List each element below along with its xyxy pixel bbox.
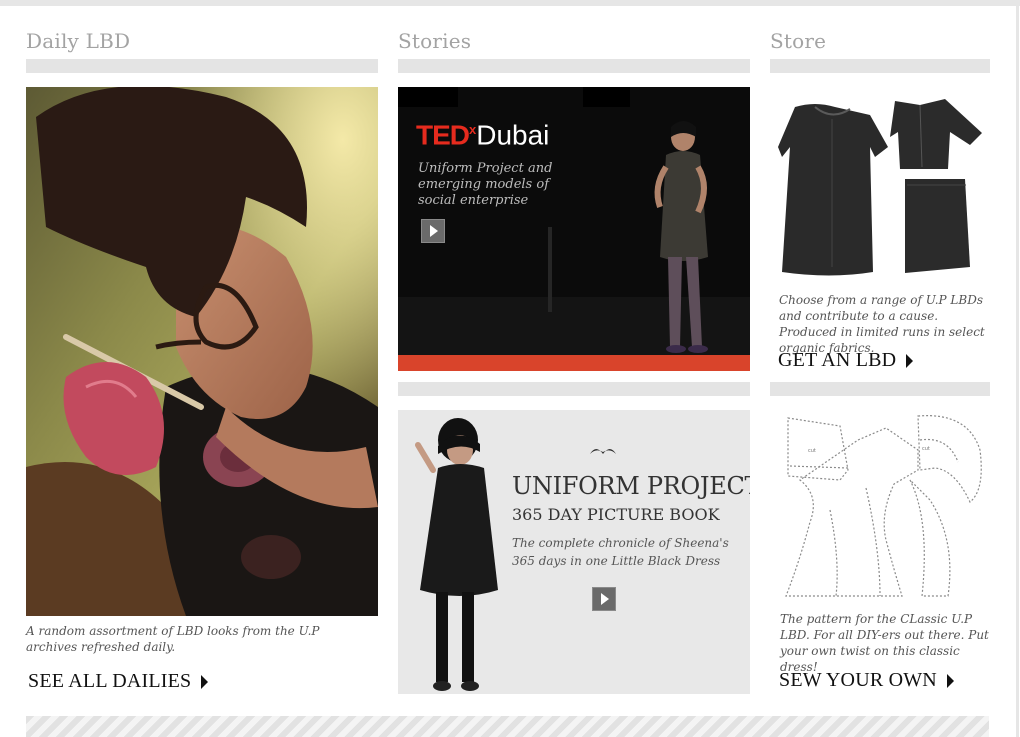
- daily-lbd-caption: A random assortment of LBD looks from th…: [26, 624, 320, 654]
- triangle-right-icon: [946, 673, 954, 688]
- store-divider-2: [770, 382, 990, 396]
- ted-brand: TED: [416, 119, 470, 151]
- daily-lbd-photo-art: [26, 87, 378, 616]
- picture-book-card[interactable]: UNIFORM PROJECT 365 DAY PICTURE BOOK The…: [398, 410, 750, 694]
- tedx-dubai-logo: TEDxDubai: [416, 115, 549, 150]
- get-an-lbd-link[interactable]: GET AN LBD: [778, 349, 914, 372]
- triangle-right-icon: [906, 353, 914, 368]
- right-border: [1016, 0, 1019, 737]
- store-heading: Store: [770, 29, 827, 53]
- see-all-dailies-link[interactable]: SEE ALL DAILIES: [28, 670, 209, 693]
- ted-city: Dubai: [476, 119, 550, 151]
- book-description: The complete chronicle of Sheena's 365 d…: [512, 536, 729, 568]
- play-icon[interactable]: [421, 219, 445, 243]
- sew-your-own-link[interactable]: SEW YOUR OWN: [779, 669, 954, 692]
- sew-your-own-label: SEW YOUR OWN: [779, 669, 937, 691]
- stories-divider: [398, 59, 750, 73]
- lbd-store-caption: Choose from a range of U.P LBDs and cont…: [779, 293, 985, 355]
- stories-heading: Stories: [398, 29, 472, 53]
- svg-text:cut: cut: [808, 448, 816, 454]
- tedx-subtitle: Uniform Project and emerging models of s…: [418, 161, 553, 208]
- footer-stripe: [26, 716, 989, 737]
- svg-text:cut: cut: [922, 446, 930, 452]
- get-an-lbd-label: GET AN LBD: [778, 349, 897, 371]
- daily-lbd-divider: [26, 59, 378, 73]
- see-all-dailies-label: SEE ALL DAILIES: [28, 670, 192, 692]
- top-border: [0, 0, 1020, 6]
- book-title: UNIFORM PROJECT: [512, 472, 750, 500]
- lbd-product-image[interactable]: [770, 87, 990, 282]
- daily-lbd-photo[interactable]: [26, 87, 378, 616]
- store-divider: [770, 59, 990, 73]
- triangle-right-icon: [201, 674, 209, 689]
- play-icon[interactable]: [592, 587, 616, 611]
- tedx-video-card[interactable]: TEDxDubai Uniform Project and emerging m…: [398, 87, 750, 371]
- stories-divider-2: [398, 382, 750, 396]
- daily-lbd-heading: Daily LBD: [26, 29, 131, 53]
- sewing-pattern-art: cut cut: [770, 410, 990, 600]
- lbd-garments-art: [770, 87, 990, 282]
- book-subtitle: 365 DAY PICTURE BOOK: [512, 505, 720, 524]
- sewing-pattern-image[interactable]: cut cut: [770, 410, 990, 600]
- pattern-caption: The pattern for the CLassic U.P LBD. For…: [780, 612, 989, 674]
